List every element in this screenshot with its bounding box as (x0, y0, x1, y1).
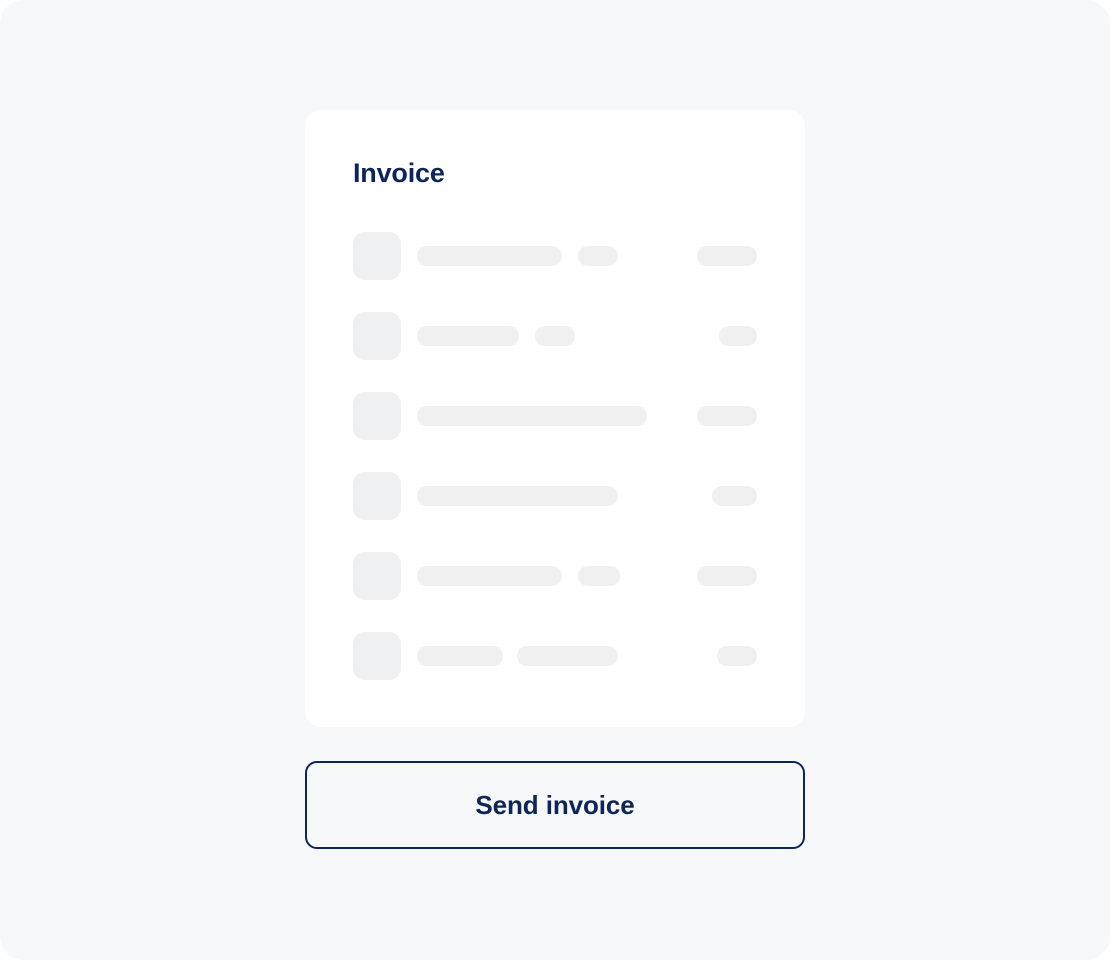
page-root: Invoice Send invoice (0, 0, 1110, 960)
placeholder-bar (417, 566, 562, 586)
line-item-placeholders (417, 406, 757, 426)
amount-placeholder-bar (697, 246, 757, 266)
amount-placeholder-bar (719, 326, 757, 346)
page-title: Invoice (353, 158, 445, 188)
placeholder-bar (417, 486, 618, 506)
placeholder-bar (535, 326, 575, 346)
placeholder-bar (417, 246, 562, 266)
line-item-placeholders (417, 566, 757, 586)
list-item[interactable] (353, 632, 757, 680)
avatar (353, 392, 401, 440)
list-item[interactable] (353, 232, 757, 280)
send-invoice-button[interactable]: Send invoice (305, 761, 805, 849)
avatar (353, 232, 401, 280)
amount-placeholder-bar (717, 646, 757, 666)
amount-placeholder-bar (697, 566, 757, 586)
list-item[interactable] (353, 392, 757, 440)
placeholder-bar (417, 646, 503, 666)
line-item-placeholders (417, 246, 757, 266)
list-item[interactable] (353, 472, 757, 520)
placeholder-bar (417, 326, 519, 346)
list-item[interactable] (353, 312, 757, 360)
avatar (353, 552, 401, 600)
placeholder-bar (517, 646, 618, 666)
list-item[interactable] (353, 552, 757, 600)
placeholder-bar (578, 246, 618, 266)
placeholder-bar (417, 406, 647, 426)
amount-placeholder-bar (712, 486, 757, 506)
placeholder-bar (578, 566, 620, 586)
avatar (353, 312, 401, 360)
line-item-placeholders (417, 486, 757, 506)
invoice-line-item-list (353, 232, 757, 680)
line-item-placeholders (417, 326, 757, 346)
amount-placeholder-bar (697, 406, 757, 426)
avatar (353, 472, 401, 520)
avatar (353, 632, 401, 680)
invoice-card: Invoice (305, 110, 805, 727)
send-invoice-label: Send invoice (475, 789, 635, 820)
line-item-placeholders (417, 646, 757, 666)
